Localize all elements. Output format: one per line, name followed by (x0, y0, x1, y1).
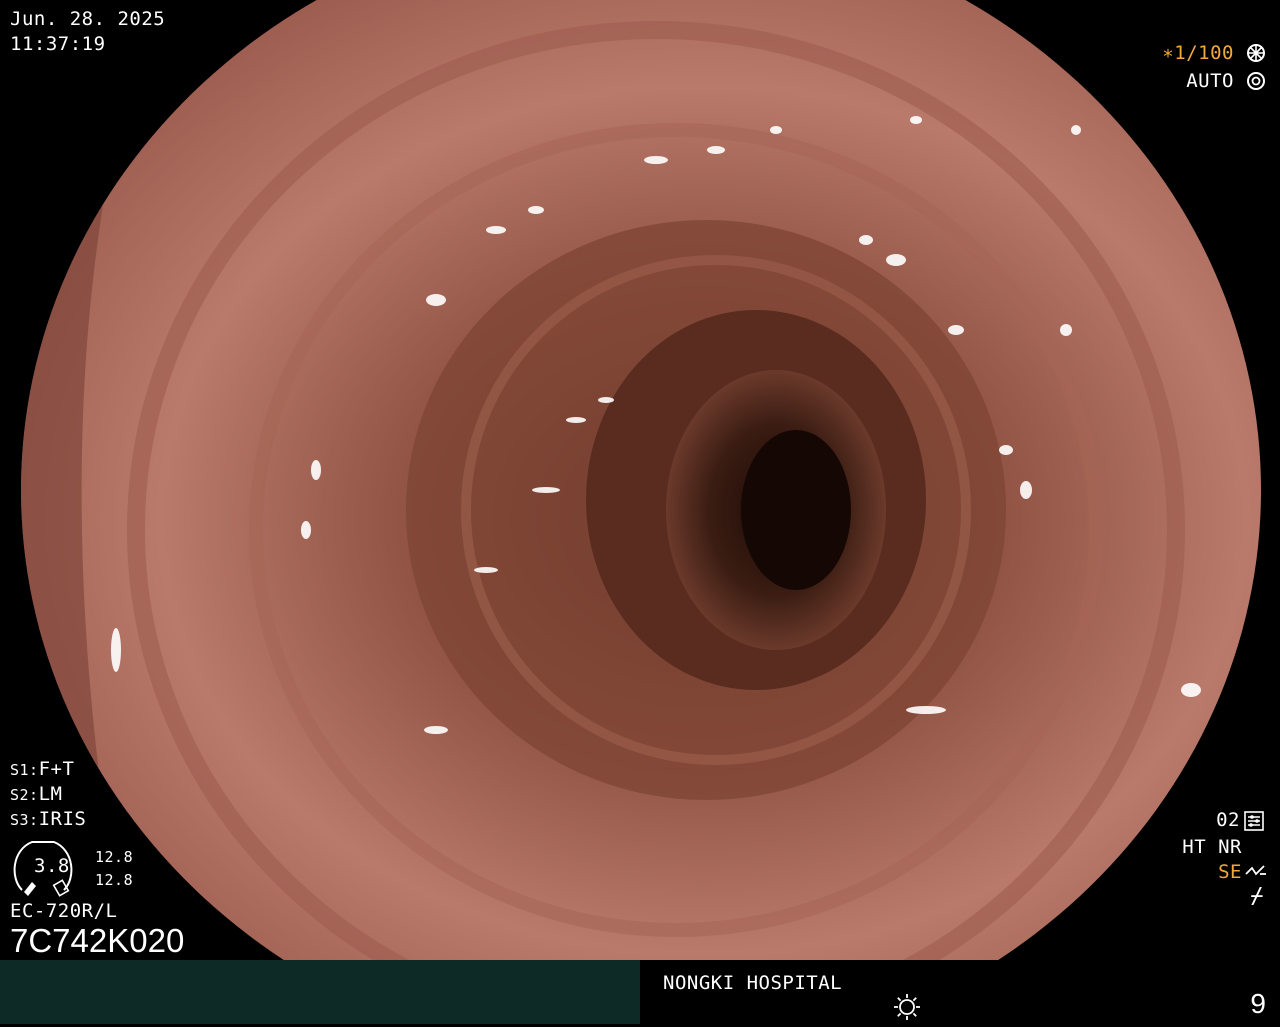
shutter-icon (1246, 43, 1266, 63)
modes-label: HT NR (1182, 836, 1242, 858)
setting-s3: S3:IRIS (10, 808, 87, 830)
footer-right-panel: NONGKI HOSPITAL 9 (640, 960, 1280, 1024)
flash-symbol: ⌿ (1250, 884, 1264, 909)
scope-model-label: EC-720R/L (10, 900, 118, 922)
exposure-mode-label: AUTO (1186, 70, 1234, 92)
aperture-icon (1246, 71, 1266, 91)
page-number: 9 (1250, 988, 1266, 1019)
serial-number-label: 7C742K020 (10, 922, 185, 959)
setting-s2: S2:LM (10, 783, 63, 805)
gauge-bottom-value: 12.8 (95, 871, 134, 889)
gauge-top-value: 12.8 (95, 848, 134, 866)
footer-bar: NONGKI HOSPITAL 9 (0, 960, 1280, 1024)
preset-label: 02 (1216, 809, 1240, 831)
time-label: 11:37:19 (10, 33, 106, 55)
preset-icon (1243, 810, 1265, 832)
structure-enhance-icon (1244, 862, 1268, 882)
light-source-icon (892, 992, 922, 1022)
setting-s1: S1:F+T (10, 758, 75, 780)
endoscope-view (21, 0, 1261, 970)
se-label: SE (1218, 861, 1242, 883)
shutter-label: ∗1/100 (1162, 42, 1234, 64)
gauge-value: 3.8 (34, 855, 70, 877)
footer-left-panel (0, 960, 640, 1024)
hospital-name: NONGKI HOSPITAL (663, 972, 843, 994)
date-label: Jun. 28. 2025 (10, 8, 166, 30)
